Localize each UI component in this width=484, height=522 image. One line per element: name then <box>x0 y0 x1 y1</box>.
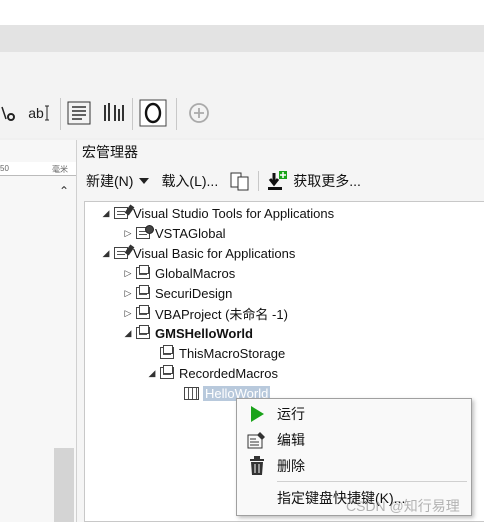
tree-node-label: Visual Studio Tools for Applications <box>133 205 335 221</box>
macro-project-icon <box>134 285 154 301</box>
menu-item-label: 运行 <box>277 406 305 422</box>
tree-node-label: VSTAGlobal <box>155 225 226 241</box>
panel-title: 宏管理器 <box>82 144 138 160</box>
menu-item-label: 编辑 <box>277 432 305 448</box>
watermark: CSDN @知行易理 <box>346 498 460 514</box>
vertical-scrollbar[interactable] <box>54 448 74 522</box>
expand-icon[interactable]: ▷ <box>122 288 134 299</box>
project-folder-icon <box>112 204 135 221</box>
title-bar <box>0 0 484 25</box>
outline-icon[interactable] <box>138 98 168 128</box>
macro-project-icon <box>134 305 154 321</box>
horizontal-ruler: 50 毫米 <box>0 162 76 176</box>
edit-macro-icon <box>237 431 277 449</box>
toolbar-separator <box>176 98 177 130</box>
tree-node-gmshelloworld[interactable]: ◢ GMSHelloWorld <box>122 323 253 343</box>
macro-project-icon <box>134 325 154 341</box>
tree-node-label: VBAProject (未命名 -1) <box>155 306 288 322</box>
chevron-down-icon <box>139 178 150 184</box>
ruler-unit-label: 毫米 <box>52 165 68 174</box>
play-icon <box>237 405 277 423</box>
menu-separator <box>277 481 467 482</box>
load-button[interactable]: 载入(L)... <box>157 171 222 191</box>
menu-item-delete[interactable]: 删除 <box>237 453 471 479</box>
collapse-icon[interactable]: ◢ <box>146 368 158 379</box>
tree-node-label: ThisMacroStorage <box>179 345 286 361</box>
project-folder-icon <box>112 244 135 261</box>
tree-node-recordedmacros[interactable]: ◢ RecordedMacros <box>146 363 278 383</box>
download-icon <box>268 171 288 190</box>
scroll-up-icon[interactable]: ⌃ <box>54 184 74 200</box>
toolbar-separator <box>132 98 133 130</box>
shape-edit-icon[interactable] <box>0 98 18 128</box>
get-more-button[interactable]: 获取更多... <box>263 171 365 191</box>
tree-node-vbaproject[interactable]: ▷ VBAProject (未命名 -1) <box>122 303 288 323</box>
expand-icon[interactable]: ▷ <box>122 268 134 279</box>
new-button[interactable]: 新建(N) <box>82 171 153 191</box>
module-icon <box>158 365 178 381</box>
toolbar-separator <box>60 98 61 130</box>
menu-item-edit[interactable]: 编辑 <box>237 427 471 453</box>
collapse-icon[interactable]: ◢ <box>100 248 112 259</box>
text-tool-button[interactable]: ab <box>24 98 54 128</box>
ruler-tick-label: 50 <box>0 164 9 173</box>
tree-node-globalmacros[interactable]: ▷ GlobalMacros <box>122 263 235 283</box>
tree-node-thismacrostorage[interactable]: ThisMacroStorage <box>146 343 285 363</box>
panel-toolbar: 新建(N) 载入(L)... 获取更多... <box>82 168 365 194</box>
text-cursor-icon <box>44 105 49 121</box>
tree-node-vba[interactable]: ◢ Visual Basic for Applications <box>100 243 295 263</box>
toolbar-separator <box>258 171 260 191</box>
global-project-icon <box>134 225 154 241</box>
macro-icon <box>182 385 202 401</box>
tree-node-label: GlobalMacros <box>155 265 236 281</box>
tree-node-vsta[interactable]: ◢ Visual Studio Tools for Applications <box>100 203 334 223</box>
trash-icon <box>237 456 277 476</box>
expand-icon[interactable]: ▷ <box>122 228 134 239</box>
paragraph-format-icon[interactable] <box>64 98 94 128</box>
menu-item-run[interactable]: 运行 <box>237 401 471 427</box>
tree-node-label: Visual Basic for Applications <box>133 245 296 261</box>
get-more-label: 获取更多... <box>293 173 361 189</box>
macro-project-icon <box>134 265 154 281</box>
menu-item-label: 删除 <box>277 458 305 474</box>
collapse-icon[interactable]: ◢ <box>100 208 112 219</box>
module-icon <box>158 345 178 361</box>
property-bar <box>0 25 484 52</box>
new-label: 新建(N) <box>86 173 134 189</box>
tree-node-label: SecuriDesign <box>155 285 233 301</box>
add-icon[interactable] <box>186 98 212 128</box>
expand-icon[interactable]: ▷ <box>122 308 134 319</box>
tree-node-vstaglobal[interactable]: ▷ VSTAGlobal <box>122 223 226 243</box>
columns-format-icon[interactable] <box>98 98 128 128</box>
collapse-icon[interactable]: ◢ <box>122 328 134 339</box>
text-tool-label: ab <box>28 105 44 121</box>
copy-icon[interactable] <box>226 171 254 191</box>
tree-node-securidesign[interactable]: ▷ SecuriDesign <box>122 283 232 303</box>
tree-node-label: GMSHelloWorld <box>155 325 253 341</box>
tree-node-label: RecordedMacros <box>179 365 278 381</box>
